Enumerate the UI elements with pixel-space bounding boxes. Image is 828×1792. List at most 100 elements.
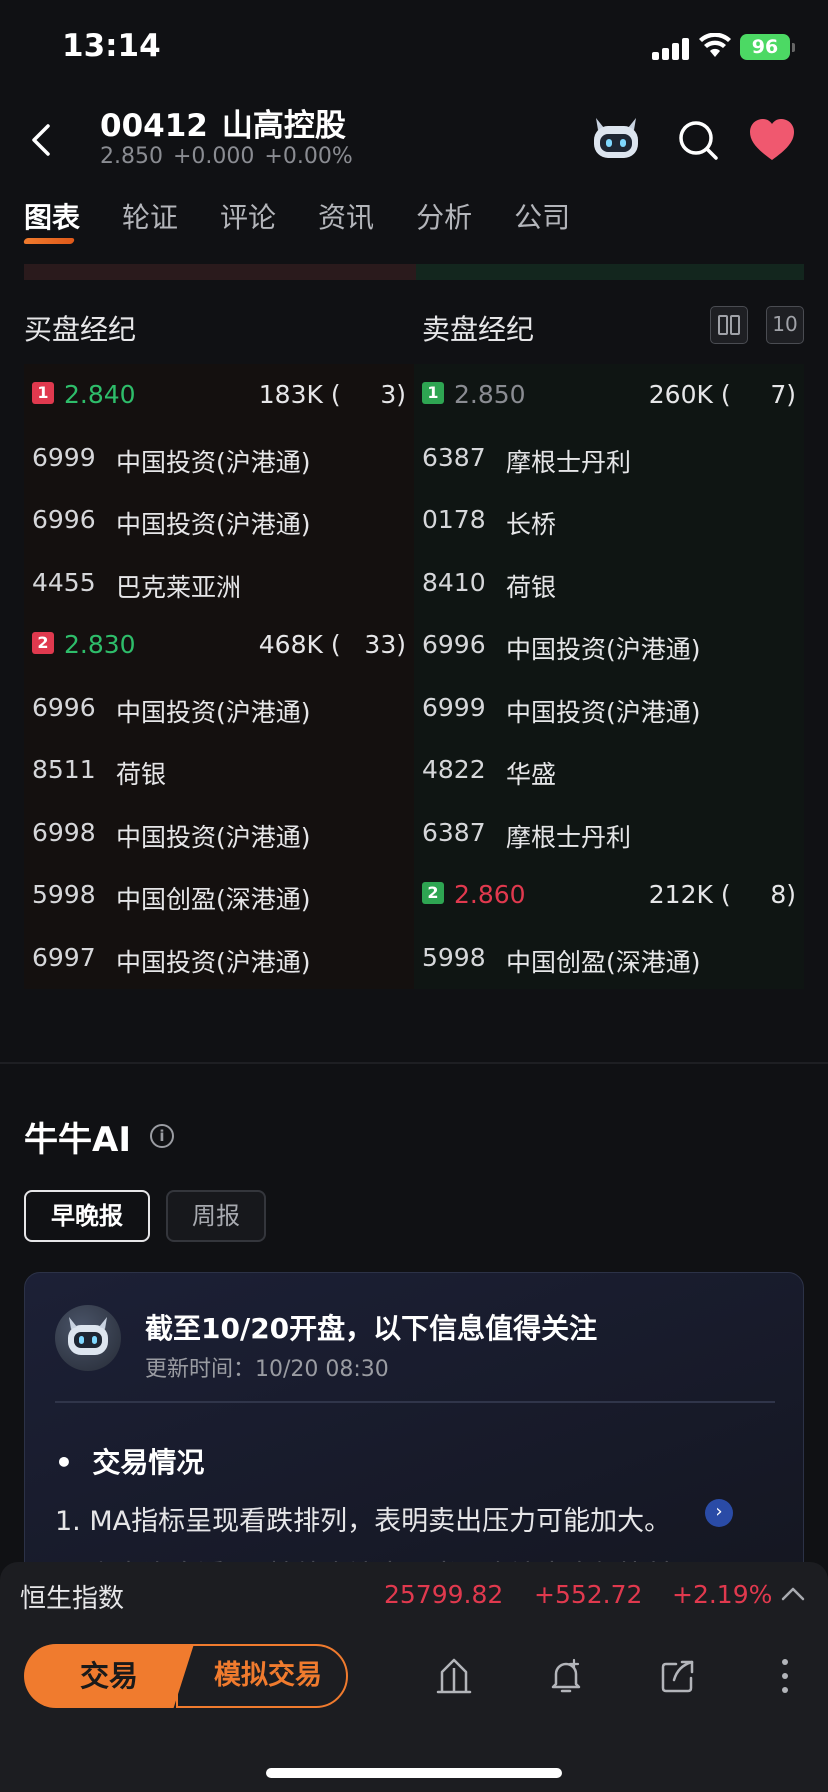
level-badge: 1: [422, 382, 444, 404]
broker-name: 荷银: [116, 760, 167, 789]
level-volume: 212K ( 8): [648, 880, 796, 909]
broker-code: 6998: [32, 817, 96, 847]
card-title: 截至10/20开盘，以下信息值得关注: [145, 1312, 598, 1345]
stock-quote: 2.850 +0.000 +0.00%: [100, 144, 363, 169]
broker-name: 中国投资(沪港通): [506, 697, 701, 727]
tab-morning-evening-report[interactable]: 早晚报: [24, 1190, 150, 1242]
buy-broker-row[interactable]: 6999 中国投资(沪港通): [24, 427, 414, 490]
broker-code: 6996: [32, 505, 96, 534]
sell-broker-row[interactable]: 4822 华盛: [414, 739, 804, 802]
section-text: 交易情况: [92, 1446, 205, 1479]
ai-robot-icon[interactable]: [590, 114, 642, 160]
broker-code: 4455: [32, 567, 96, 597]
ai-avatar: [55, 1305, 121, 1371]
sell-price-level-row[interactable]: 1 2.850 260K ( 7): [414, 364, 804, 427]
broker-code: 4822: [422, 755, 486, 784]
depth-10-button[interactable]: 10: [766, 306, 804, 344]
broker-code: 6387: [422, 817, 486, 847]
bottom-action-bar: 模拟交易 交易: [0, 1628, 828, 1792]
sell-price-level-row[interactable]: 2 2.860 212K ( 8): [414, 864, 804, 927]
buy-broker-row[interactable]: 6998 中国投资(沪港通): [24, 802, 414, 865]
split-view-button[interactable]: [710, 306, 748, 344]
chevron-up-icon[interactable]: [780, 1584, 806, 1604]
tab-label: 公司: [514, 201, 571, 234]
broker-code: 6387: [422, 442, 486, 472]
tab-comments[interactable]: 评论: [220, 196, 276, 256]
ai-summary-card[interactable]: 截至10/20开盘，以下信息值得关注 更新时间：10/20 08:30 • 交易…: [24, 1272, 804, 1612]
buy-broker-row[interactable]: 6996 中国投资(沪港通): [24, 489, 414, 552]
sell-broker-row[interactable]: 6387 摩根士丹利: [414, 802, 804, 865]
buy-broker-row[interactable]: 8511 荷银: [24, 739, 414, 802]
broker-code: 8410: [422, 567, 486, 597]
broker-code: 5998: [422, 942, 486, 972]
tab-company[interactable]: 公司: [514, 196, 570, 256]
broker-building-icon[interactable]: [434, 1656, 474, 1696]
broker-code: 5998: [32, 880, 96, 909]
broker-name: 中国投资(沪港通): [116, 697, 311, 727]
tab-warrants[interactable]: 轮证: [122, 196, 178, 256]
ai-section-title: 牛牛AI: [24, 1120, 131, 1160]
tab-label: 分析: [416, 201, 473, 234]
buy-broker-row[interactable]: 6996 中国投资(沪港通): [24, 677, 414, 740]
buy-broker-row[interactable]: 6997 中国投资(沪港通): [24, 927, 414, 990]
tab-chart[interactable]: 图表: [22, 196, 80, 256]
stock-name: 山高控股: [221, 108, 346, 144]
sell-broker-row[interactable]: 6387 摩根士丹利: [414, 427, 804, 490]
buy-broker-row[interactable]: 5998 中国创盈(深港通): [24, 864, 414, 927]
sell-broker-row[interactable]: 5998 中国创盈(深港通): [414, 927, 804, 990]
status-time: 13:14: [62, 28, 161, 64]
buy-broker-list: 1 2.840 183K ( 3) 6999 中国投资(沪港通) 6996 中国投资(沪港通…: [24, 364, 414, 989]
sell-broker-row[interactable]: 6999 中国投资(沪港通): [414, 677, 804, 740]
sell-broker-row[interactable]: 8410 荷银: [414, 552, 804, 615]
level-price: 2.860: [454, 880, 526, 909]
buy-price-level-row[interactable]: 1 2.840 183K ( 3): [24, 364, 414, 427]
battery-tip: [792, 43, 795, 52]
index-ticker-bar[interactable]: 恒生指数 25799.82 +552.72 +2.19%: [0, 1562, 828, 1628]
back-arrow-icon[interactable]: [22, 120, 62, 160]
broker-name: 长桥: [506, 510, 557, 539]
index-change: +552.72: [534, 1580, 643, 1609]
broker-name: 荷银: [506, 572, 557, 602]
buy-price-level-row[interactable]: 2 2.830 468K ( 33): [24, 614, 414, 677]
tab-news[interactable]: 资讯: [318, 196, 374, 256]
buy-broker-label: 买盘经纪: [24, 313, 137, 346]
tab-bar: 图表 轮证 评论 资讯 分析 公司: [22, 196, 612, 256]
chevron-right-icon[interactable]: ›: [705, 1499, 733, 1527]
broker-code: 0178: [422, 505, 486, 534]
buy-sell-ratio-bar: [24, 264, 804, 280]
card-update-time: 更新时间：10/20 08:30: [145, 1357, 389, 1382]
index-value: 25799.82: [384, 1580, 504, 1609]
tab-label: 轮证: [122, 201, 179, 234]
favorite-heart-icon[interactable]: [748, 118, 796, 162]
trade-button[interactable]: 交易: [24, 1644, 194, 1708]
level-price: 2.840: [64, 380, 136, 409]
broker-code: 6996: [32, 692, 96, 722]
alert-bell-icon[interactable]: [546, 1656, 586, 1696]
more-vertical-icon[interactable]: [780, 1656, 790, 1696]
broker-name: 中国投资(沪港通): [116, 947, 311, 977]
level-volume: 260K ( 7): [648, 380, 796, 409]
info-icon[interactable]: i: [150, 1124, 174, 1148]
sell-broker-row[interactable]: 0178 长桥: [414, 489, 804, 552]
broker-name: 中国创盈(深港通): [116, 885, 311, 914]
search-icon[interactable]: [676, 118, 720, 162]
broker-name: 中国投资(沪港通): [116, 822, 311, 852]
buy-broker-row[interactable]: 4455 巴克莱亚洲: [24, 552, 414, 615]
index-change-pct: +2.19%: [672, 1580, 773, 1609]
tab-weekly-report[interactable]: 周报: [166, 1190, 266, 1242]
sell-broker-row[interactable]: 6996 中国投资(沪港通): [414, 614, 804, 677]
card-section-heading: • 交易情况: [55, 1446, 205, 1479]
card-item-1: 1. MA指标呈现看跌排列，表明卖出压力可能加大。: [55, 1506, 672, 1537]
simulated-trade-button[interactable]: 模拟交易: [176, 1644, 348, 1708]
share-icon[interactable]: [658, 1656, 698, 1696]
tab-label: 资讯: [318, 201, 375, 234]
section-divider: [0, 1062, 828, 1064]
broker-code: 8511: [32, 755, 96, 784]
broker-name: 摩根士丹利: [506, 822, 632, 852]
stock-change: +0.000: [172, 144, 255, 169]
stock-price: 2.850: [100, 144, 163, 169]
sell-ratio: [416, 264, 804, 280]
stock-title: 00412 山高控股: [100, 100, 360, 145]
tab-analysis[interactable]: 分析: [416, 196, 472, 256]
index-name: 恒生指数: [20, 1584, 125, 1614]
